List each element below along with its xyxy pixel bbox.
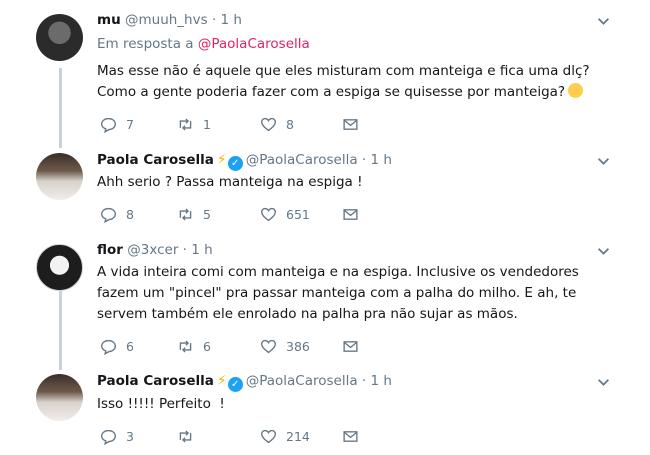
author-handle[interactable]: @3xcer — [127, 242, 178, 258]
direct-message-button[interactable] — [342, 336, 368, 356]
tweet[interactable]: Paola Carosella ⚡ ✓ @PaolaCarosella · 1 h I… — [0, 362, 650, 455]
retweet-icon — [179, 117, 192, 131]
reply-to-link[interactable]: @PaolaCarosella — [198, 36, 310, 52]
tweet-header: Paola Carosella ⚡ ✓ @PaolaCarosella · 1 h — [97, 372, 392, 392]
avatar[interactable] — [36, 153, 83, 200]
retweet-button[interactable]: 1 — [177, 114, 211, 134]
reply-icon — [101, 117, 116, 133]
direct-message-button[interactable] — [342, 204, 368, 224]
avatar[interactable] — [36, 374, 83, 421]
author-name[interactable]: mu — [97, 12, 121, 28]
tweet-text: Isso !!!!! Perfeito ! — [97, 396, 225, 412]
author-handle[interactable]: @PaolaCarosella — [246, 152, 358, 168]
heart-icon — [261, 117, 276, 131]
like-button[interactable]: 8 — [260, 114, 294, 134]
envelope-icon — [343, 118, 358, 130]
reply-button[interactable]: 6 — [100, 336, 134, 356]
tweet-header: flor @3xcer · 1 h — [97, 241, 213, 259]
author-name[interactable]: flor — [97, 242, 123, 258]
tweet-text: Mas esse não é aquele que eles misturam … — [97, 61, 617, 103]
timestamp[interactable]: 1 h — [221, 12, 242, 28]
tweet[interactable]: flor @3xcer · 1 h A vida inteira comi co… — [0, 232, 650, 362]
timestamp[interactable]: 1 h — [371, 373, 392, 389]
heart-icon — [261, 429, 276, 443]
retweet-button[interactable]: 5 — [177, 204, 211, 224]
lightning-icon: ⚡ — [216, 373, 227, 389]
chevron-down-icon[interactable] — [597, 376, 610, 389]
reply-button[interactable]: 8 — [100, 204, 134, 224]
reply-icon — [101, 207, 116, 223]
separator-dot: · — [182, 242, 187, 258]
tweet-header: Paola Carosella ⚡ ✓ @PaolaCarosella · 1 h — [97, 151, 392, 171]
envelope-icon — [343, 340, 358, 352]
retweet-count: 5 — [203, 206, 211, 222]
retweet-icon — [179, 429, 192, 443]
tweet-text-content: Mas esse não é aquele que eles misturam … — [97, 63, 590, 100]
like-count: 8 — [286, 116, 294, 132]
reply-count: 6 — [126, 338, 134, 354]
envelope-icon — [343, 430, 358, 442]
direct-message-button[interactable] — [342, 114, 368, 134]
separator-dot: · — [361, 373, 367, 389]
separator-dot: · — [211, 12, 217, 28]
like-button[interactable]: 386 — [260, 336, 310, 356]
reply-context: Em resposta a @PaolaCarosella — [97, 36, 310, 52]
like-button[interactable]: 651 — [260, 204, 310, 224]
author-handle[interactable]: @PaolaCarosella — [246, 373, 358, 389]
verified-badge-icon: ✓ — [227, 377, 243, 392]
reply-count: 3 — [126, 428, 134, 444]
reply-button[interactable]: 7 — [100, 114, 134, 134]
reply-prefix: Em resposta a — [97, 36, 194, 52]
reply-count: 7 — [126, 116, 134, 132]
retweet-count: 1 — [203, 116, 211, 132]
retweet-icon — [179, 339, 192, 353]
reply-icon — [101, 339, 116, 355]
retweet-button[interactable]: 6 — [177, 336, 211, 356]
heart-icon — [261, 207, 276, 221]
chevron-down-icon[interactable] — [597, 155, 610, 168]
like-button[interactable]: 214 — [260, 426, 310, 446]
chevron-down-icon[interactable] — [597, 15, 610, 28]
retweet-count: 6 — [203, 338, 211, 354]
like-count: 386 — [286, 338, 310, 354]
tweet[interactable]: mu @muuh_hvs · 1 h Em resposta a @PaolaC… — [0, 0, 650, 140]
tweet-text: A vida inteira comi com manteiga e na es… — [97, 264, 579, 322]
reply-button[interactable]: 3 — [100, 426, 134, 446]
envelope-icon — [343, 208, 358, 220]
thinking-emoji-icon — [568, 83, 584, 98]
author-name[interactable]: Paola Carosella — [97, 152, 214, 168]
like-count: 214 — [286, 428, 310, 444]
avatar[interactable] — [36, 14, 83, 61]
reply-count: 8 — [126, 206, 134, 222]
lightning-icon: ⚡ — [216, 152, 227, 168]
reply-icon — [101, 429, 116, 445]
author-handle[interactable]: @muuh_hvs — [125, 12, 208, 28]
verified-badge-icon: ✓ — [227, 156, 243, 171]
author-name[interactable]: Paola Carosella — [97, 373, 214, 389]
timestamp[interactable]: 1 h — [371, 152, 392, 168]
retweet-icon — [179, 207, 192, 221]
tweet-text: Ahh serio ? Passa manteiga na espiga ! — [97, 174, 363, 190]
like-count: 651 — [286, 206, 310, 222]
avatar[interactable] — [36, 244, 83, 291]
chevron-down-icon[interactable] — [597, 245, 610, 258]
tweet[interactable]: Paola Carosella ⚡ ✓ @PaolaCarosella · 1 h A… — [0, 140, 650, 232]
retweet-button[interactable] — [177, 426, 203, 446]
heart-icon — [261, 339, 276, 353]
tweet-header: mu @muuh_hvs · 1 h — [97, 11, 242, 29]
separator-dot: · — [361, 152, 367, 168]
direct-message-button[interactable] — [342, 426, 368, 446]
timestamp[interactable]: 1 h — [191, 242, 212, 258]
